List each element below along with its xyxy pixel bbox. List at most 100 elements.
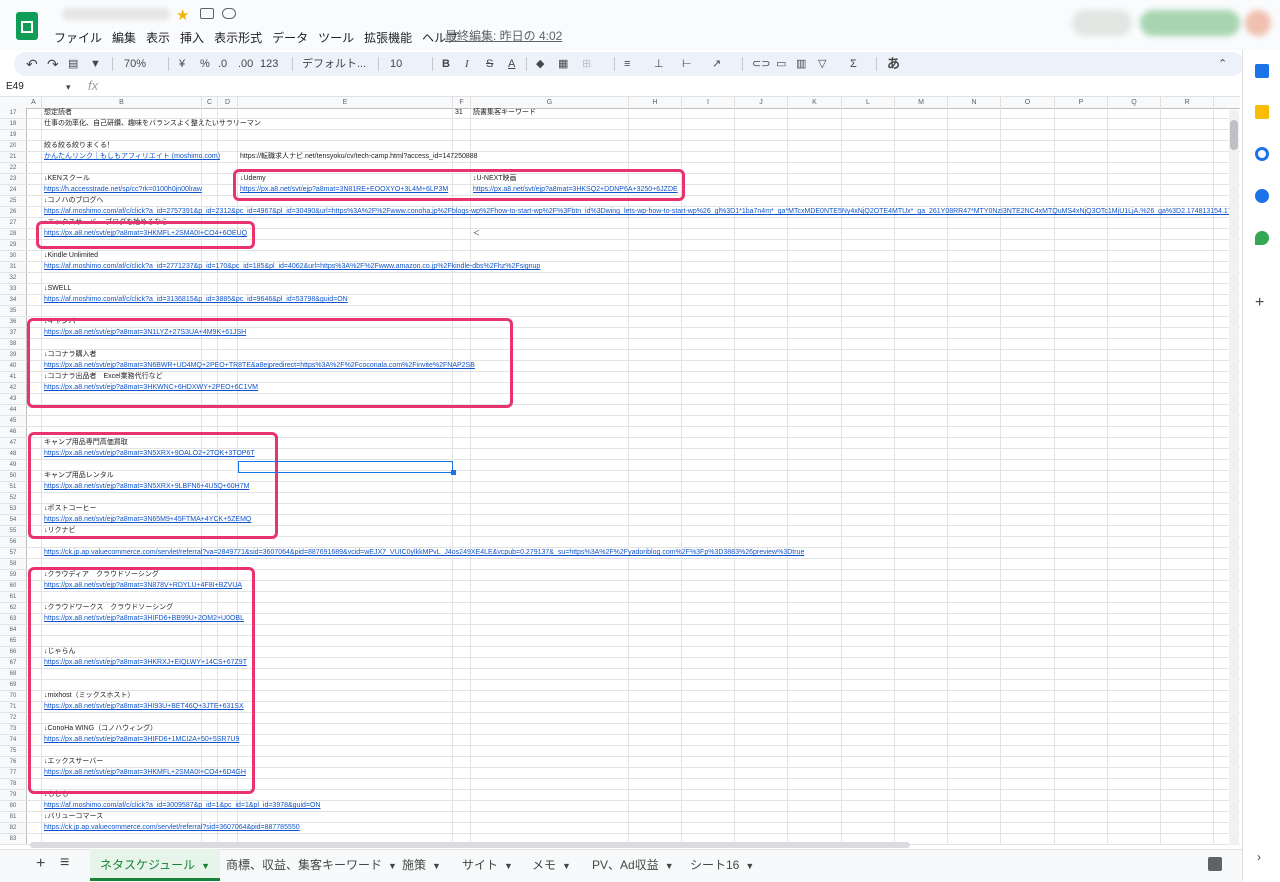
star-icon[interactable]: ★	[176, 6, 189, 24]
cell[interactable]: https://転職求人ナビ.net/tensyoku/cv/tech-camp…	[240, 152, 478, 162]
font-size-select[interactable]: 10	[390, 54, 402, 74]
row-number[interactable]: 17	[0, 108, 26, 118]
sheet-tab[interactable]: 施策 ▼	[392, 849, 451, 881]
sheet-tab[interactable]: 商標、収益、集客キーワード ▼	[216, 849, 407, 881]
row-number[interactable]: 21	[0, 152, 26, 162]
column-header[interactable]: M	[895, 97, 948, 108]
merge-icon[interactable]: ⊞	[582, 54, 591, 74]
row-number[interactable]: 61	[0, 592, 26, 602]
menu-item[interactable]: 編集	[112, 29, 136, 46]
column-header[interactable]: A	[26, 97, 42, 108]
row-number[interactable]: 22	[0, 163, 26, 173]
zoom-select[interactable]: 70%	[124, 54, 146, 74]
row-number[interactable]: 56	[0, 537, 26, 547]
horizontal-scrollbar[interactable]	[30, 842, 910, 848]
row-number[interactable]: 47	[0, 438, 26, 448]
row-number[interactable]: 28	[0, 229, 26, 239]
percent-button[interactable]: %	[200, 54, 210, 74]
row-number[interactable]: 24	[0, 185, 26, 195]
row-number[interactable]: 20	[0, 141, 26, 151]
row-number[interactable]: 45	[0, 416, 26, 426]
row-number[interactable]: 71	[0, 702, 26, 712]
fill-handle[interactable]	[451, 470, 456, 475]
cell[interactable]: ↓KENスクール	[44, 174, 90, 184]
cell[interactable]: 仕事の効率化、自己研鑽、趣味をバランスよく整えたいサラリーマン	[44, 119, 261, 129]
cell[interactable]: ↓コノハのブログへ	[44, 196, 104, 206]
row-number[interactable]: 40	[0, 361, 26, 371]
name-box-dropdown-icon[interactable]: ▾	[66, 79, 71, 95]
menu-item[interactable]: 拡張機能	[364, 29, 412, 46]
all-sheets-button[interactable]: ≡	[60, 854, 69, 872]
increase-decimal-button[interactable]: .00	[238, 54, 253, 74]
vertical-align-icon[interactable]: ⊥	[654, 54, 664, 74]
cell[interactable]: ↓Kindle Unlimited	[44, 251, 98, 261]
row-number[interactable]: 23	[0, 174, 26, 184]
tasks-icon[interactable]	[1255, 147, 1269, 161]
cell-link[interactable]: https://ck.jp.ap.valuecommerce.com/servl…	[44, 823, 300, 833]
keep-icon[interactable]	[1255, 105, 1269, 119]
print-icon[interactable]: ▤	[68, 54, 78, 74]
row-number[interactable]: 52	[0, 493, 26, 503]
row-number[interactable]: 55	[0, 526, 26, 536]
strikethrough-button[interactable]: S	[486, 54, 493, 74]
column-header[interactable]: Q	[1108, 97, 1161, 108]
row-number[interactable]: 39	[0, 350, 26, 360]
text-color-button[interactable]: A	[508, 54, 515, 74]
chevron-down-icon[interactable]: ▼	[432, 861, 441, 871]
cell[interactable]: 31	[455, 108, 463, 118]
row-number[interactable]: 38	[0, 339, 26, 349]
move-folder-icon[interactable]	[200, 8, 214, 19]
text-rotation-icon[interactable]: ↗	[712, 54, 721, 74]
row-number[interactable]: 33	[0, 284, 26, 294]
row-number[interactable]: 79	[0, 790, 26, 800]
column-header[interactable]: I	[682, 97, 735, 108]
menu-item[interactable]: 表示形式	[214, 29, 262, 46]
column-header[interactable]: E	[238, 97, 453, 108]
functions-icon[interactable]: Σ	[850, 54, 857, 74]
column-header[interactable]: P	[1055, 97, 1108, 108]
row-number[interactable]: 37	[0, 328, 26, 338]
redo-icon[interactable]: ↷	[47, 54, 59, 74]
cell-link[interactable]: かんたんリンク｜もしもアフィリエイト (moshimo.com)	[44, 152, 220, 162]
row-number[interactable]: 74	[0, 735, 26, 745]
row-number[interactable]: 32	[0, 273, 26, 283]
row-number[interactable]: 42	[0, 383, 26, 393]
expand-panel-icon[interactable]: ›	[1257, 850, 1261, 864]
row-number[interactable]: 63	[0, 614, 26, 624]
chevron-down-icon[interactable]: ▼	[745, 861, 754, 871]
row-number[interactable]: 83	[0, 834, 26, 844]
cell-link[interactable]: https://af.moshimo.com/af/c/click?a_id=3…	[44, 295, 348, 305]
row-number[interactable]: 57	[0, 548, 26, 558]
contacts-icon[interactable]	[1255, 189, 1269, 203]
last-edit-link[interactable]: 最終編集: 昨日の 4:02	[445, 27, 562, 44]
row-number[interactable]: 81	[0, 812, 26, 822]
vertical-scroll-thumb[interactable]	[1230, 120, 1238, 150]
explore-icon[interactable]	[1208, 857, 1222, 871]
row-number[interactable]: 41	[0, 372, 26, 382]
row-number[interactable]: 82	[0, 823, 26, 833]
borders-icon[interactable]: ▦	[558, 54, 568, 74]
column-header[interactable]: F	[453, 97, 471, 108]
align-icon[interactable]: ≡	[624, 54, 630, 74]
row-number[interactable]: 54	[0, 515, 26, 525]
row-number[interactable]: 36	[0, 317, 26, 327]
sheets-logo-icon[interactable]	[16, 12, 38, 40]
row-number[interactable]: 44	[0, 405, 26, 415]
avatar[interactable]	[1245, 10, 1271, 36]
cell-link[interactable]: https://af.moshimo.com/af/c/click?a_id=3…	[44, 801, 321, 811]
row-number[interactable]: 64	[0, 625, 26, 635]
row-number[interactable]: 70	[0, 691, 26, 701]
row-number[interactable]: 78	[0, 779, 26, 789]
vertical-scrollbar[interactable]	[1229, 110, 1239, 845]
comment-icon[interactable]: ▭	[776, 54, 786, 74]
menu-item[interactable]: ツール	[318, 29, 354, 46]
row-number[interactable]: 26	[0, 207, 26, 217]
row-number[interactable]: 77	[0, 768, 26, 778]
chevron-down-icon[interactable]: ▼	[504, 861, 513, 871]
row-number[interactable]: 59	[0, 570, 26, 580]
row-number[interactable]: 62	[0, 603, 26, 613]
row-number[interactable]: 29	[0, 240, 26, 250]
column-header[interactable]: L	[842, 97, 895, 108]
share-button[interactable]	[1140, 10, 1240, 36]
sheet-tab[interactable]: PV、Ad収益 ▼	[582, 849, 684, 881]
